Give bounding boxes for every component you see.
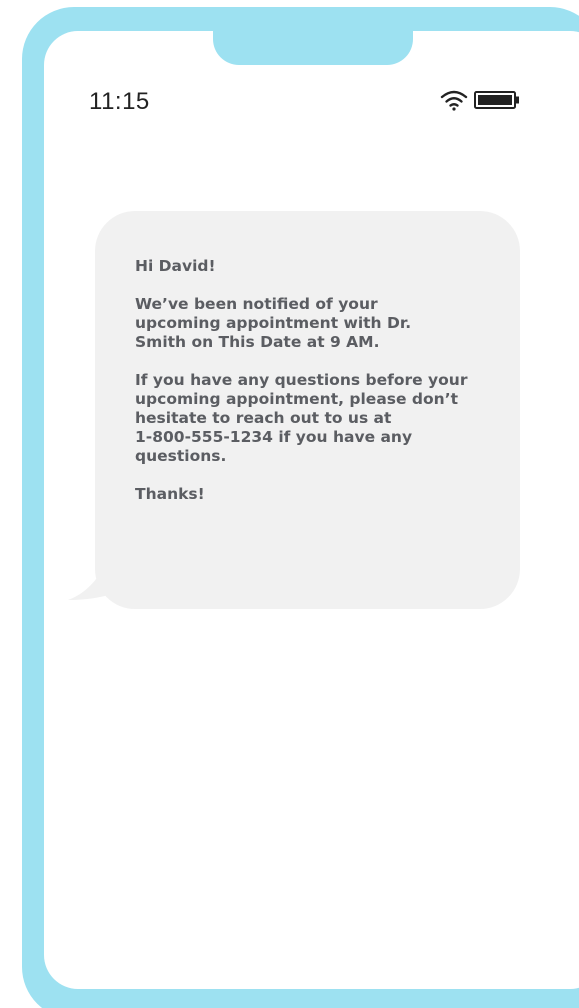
battery-icon	[474, 91, 519, 109]
message-paragraph-2: If you have any questions before your up…	[135, 371, 490, 466]
wifi-icon	[440, 90, 468, 111]
message-paragraph-1: We’ve been notified of your upcoming app…	[135, 295, 490, 352]
message-line: We’ve been notified of your	[135, 295, 378, 313]
phone-notch	[213, 7, 413, 65]
status-time: 11:15	[89, 88, 150, 115]
message-line: If you have any questions before your	[135, 371, 468, 389]
message-greeting: Hi David!	[135, 257, 216, 275]
message-bubble: Hi David! We’ve been notified of your up…	[95, 211, 520, 609]
message-line: upcoming appointment with Dr.	[135, 314, 412, 332]
message-signoff: Thanks!	[135, 485, 205, 503]
message-line: hesitate to reach out to us at	[135, 409, 392, 427]
message-line: Smith on This Date at 9 AM.	[135, 333, 380, 351]
message-line: upcoming appointment, please don’t	[135, 390, 458, 408]
message-line: questions.	[135, 447, 227, 465]
phone-mockup: 11:15 Hi David! We’ve been notified of y…	[0, 0, 579, 1008]
message-line: 1-800-555-1234 if you have any	[135, 428, 413, 446]
